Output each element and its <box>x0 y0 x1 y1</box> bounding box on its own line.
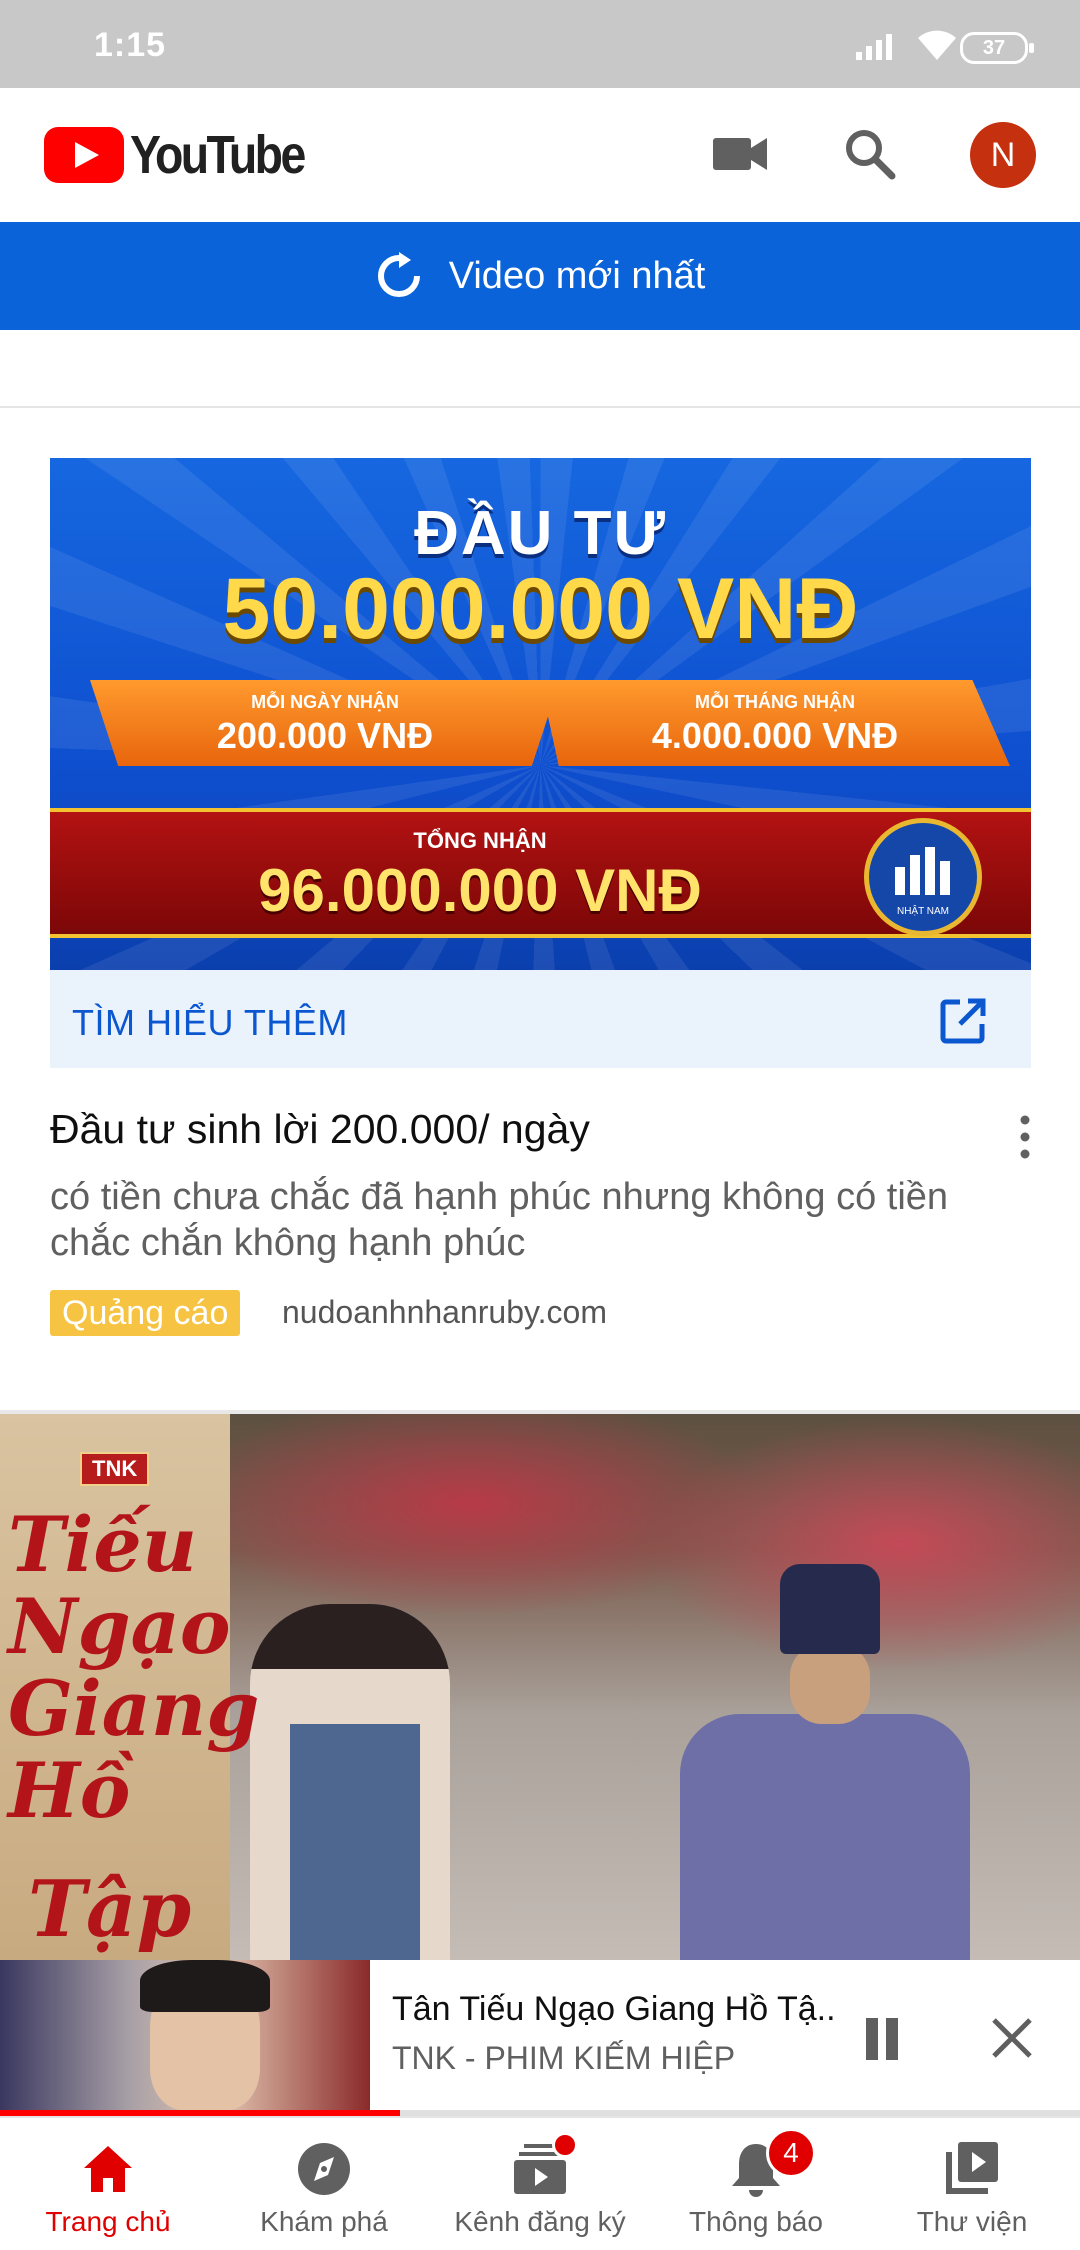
ad-monthly-small: MỖI THÁNG NHẬN <box>695 692 855 712</box>
nav-notifications[interactable]: Thông báo <box>648 2118 864 2250</box>
new-videos-banner[interactable]: Video mới nhất <box>0 222 1080 330</box>
youtube-play-icon <box>44 127 124 183</box>
subscriptions-new-dot <box>552 2132 578 2158</box>
new-videos-label: Video mới nhất <box>448 254 706 297</box>
nav-home[interactable]: Trang chủ <box>0 2118 216 2250</box>
nav-notifications-label: Thông báo <box>689 2206 823 2237</box>
previous-item-cutoff <box>0 330 1080 408</box>
close-icon[interactable] <box>990 2016 1034 2060</box>
thumbnail-tag: TNK <box>80 1452 150 1486</box>
video-thumbnail[interactable]: TNK Tiếu Ngạo Giang Hồ Tập 40 <box>0 1414 1080 1960</box>
avatar[interactable]: N <box>970 122 1036 188</box>
refresh-icon <box>377 252 420 297</box>
nav-subscriptions[interactable]: Kênh đăng ký <box>432 2118 648 2250</box>
thumbnail-figure-right <box>640 1564 970 1960</box>
notification-count-badge: 4 <box>766 2128 816 2178</box>
youtube-logo[interactable]: YouTube <box>44 125 332 185</box>
open-external-icon[interactable] <box>938 996 988 1046</box>
mini-player-thumbnail[interactable] <box>0 1960 370 2110</box>
pause-icon[interactable] <box>862 2018 902 2060</box>
nav-library-label: Thư viện <box>916 2206 1028 2237</box>
ad-total-small: TỔNG NHẬN <box>413 828 547 853</box>
ad-daily-small: MỖI NGÀY NHẬN <box>251 692 399 712</box>
ad-domain[interactable]: nudoanhnhanruby.com <box>282 1294 607 1331</box>
thumbnail-episode-art: Tập 40 <box>28 1864 192 1960</box>
ad-daily-ribbon: MỖI NGÀY NHẬN 200.000 VNĐ <box>90 680 560 766</box>
explore-icon <box>298 2143 350 2195</box>
battery-indicator: 37 <box>960 32 1034 64</box>
nav-explore-label: Khám phá <box>260 2206 388 2237</box>
building-icon <box>895 847 951 895</box>
ad-badge: Quảng cáo <box>50 1290 241 1336</box>
status-icons: 37 <box>820 26 1080 66</box>
nav-library[interactable]: Thư viện <box>864 2118 1080 2250</box>
cast-camera-icon[interactable] <box>713 134 767 174</box>
thumbnail-poster-panel: TNK Tiếu Ngạo Giang Hồ Tập 40 <box>0 1414 260 1960</box>
nav-subscriptions-label: Kênh đăng ký <box>454 2206 626 2237</box>
ad-amount: 50.000.000 VNĐ <box>222 561 859 657</box>
ad-banner-image[interactable]: ĐẦU TƯ 50.000.000 VNĐ MỖI NGÀY NHẬN 200.… <box>50 458 1031 970</box>
thumbnail-title-art: Tiếu Ngạo Giang Hồ <box>8 1500 260 1835</box>
ad-daily-big: 200.000 VNĐ <box>216 715 434 756</box>
youtube-wordmark: YouTube <box>130 125 306 185</box>
ad-monthly-big: 4.000.000 VNĐ <box>651 715 899 756</box>
status-time: 1:15 <box>94 26 167 64</box>
mini-player-title[interactable]: Tân Tiếu Ngạo Giang Hồ Tậ.. <box>392 1990 836 2029</box>
ad-brand-logo: NHẬT NAM <box>864 818 982 936</box>
ad-description: có tiền chưa chắc đã hạnh phúc nhưng khô… <box>50 1176 949 1264</box>
library-icon <box>946 2142 998 2194</box>
nav-home-label: Trang chủ <box>45 2206 171 2237</box>
ad-total-big: 96.000.000 VNĐ <box>258 857 702 924</box>
top-app-bar: YouTube N <box>0 88 1080 222</box>
ad-logo-text: NHẬT NAM <box>896 906 950 917</box>
learn-more-button[interactable]: TÌM HIỂU THÊM <box>72 1002 348 1044</box>
bottom-navigation: Trang chủ Khám phá Kênh đăng ký Thông bá… <box>0 2116 1080 2250</box>
search-icon[interactable] <box>844 128 896 180</box>
wifi-icon <box>918 30 956 60</box>
thumbnail-figure-left <box>250 1604 450 1960</box>
ad-title[interactable]: Đầu tư sinh lời 200.000/ ngày <box>50 1106 590 1153</box>
home-icon <box>84 2146 132 2192</box>
ad-headline: ĐẦU TƯ <box>414 499 667 568</box>
nav-explore[interactable]: Khám phá <box>216 2118 432 2250</box>
mini-player-channel: TNK - PHIM KIẾM HIỆP <box>392 2040 736 2076</box>
signal-icon <box>856 34 892 60</box>
ad-monthly-ribbon: MỖI THÁNG NHẬN 4.000.000 VNĐ <box>540 680 1010 766</box>
more-options-icon[interactable] <box>1010 1112 1040 1162</box>
